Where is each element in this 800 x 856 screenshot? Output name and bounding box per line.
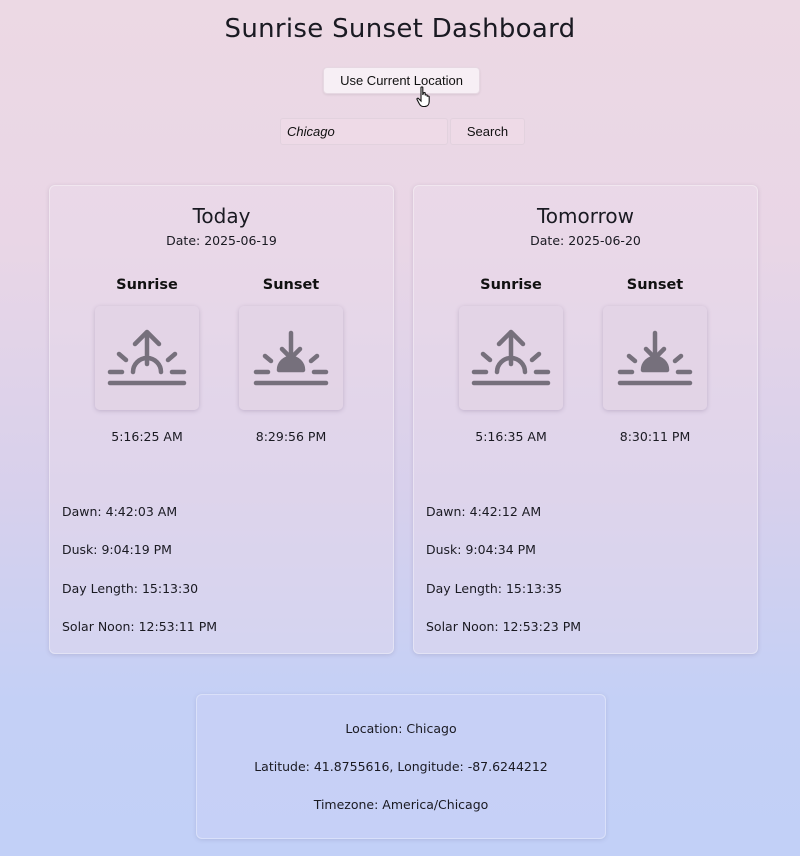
tomorrow-card: Tomorrow Date: 2025-06-20 Sunrise Sunset…: [413, 185, 758, 654]
sunrise-heading: Sunrise: [480, 277, 542, 293]
page-title: Sunrise Sunset Dashboard: [224, 14, 576, 44]
sunset-time: 8:30:11 PM: [619, 429, 691, 444]
location-info-card: Location: Chicago Latitude: 41.8755616, …: [196, 694, 606, 839]
dawn-time: Dawn: 4:42:12 AM: [426, 504, 542, 519]
sunset-heading: Sunset: [262, 277, 320, 293]
timezone: Timezone: America/Chicago: [313, 797, 489, 812]
day-length: Day Length: 15:13:30: [62, 581, 199, 596]
search-button[interactable]: Search: [450, 118, 525, 145]
sunrise-heading: Sunrise: [116, 277, 178, 293]
dusk-time: Dusk: 9:04:34 PM: [426, 542, 536, 557]
sunset-icon: [239, 306, 343, 410]
dawn-time: Dawn: 4:42:03 AM: [62, 504, 178, 519]
coordinates: Latitude: 41.8755616, Longitude: -87.624…: [254, 759, 548, 774]
today-card: Today Date: 2025-06-19 Sunrise Sunset 5:…: [49, 185, 394, 654]
sunset-heading: Sunset: [626, 277, 684, 293]
card-title: Tomorrow: [536, 204, 635, 228]
card-date: Date: 2025-06-20: [530, 233, 641, 248]
sunrise-icon: [95, 306, 199, 410]
sunrise-icon-box: [95, 306, 199, 410]
solar-noon: Solar Noon: 12:53:23 PM: [426, 619, 582, 634]
solar-noon: Solar Noon: 12:53:11 PM: [62, 619, 218, 634]
city-search-input[interactable]: Chicago: [280, 118, 448, 145]
location-name: Location: Chicago: [345, 721, 457, 736]
sunrise-time: 5:16:25 AM: [111, 429, 183, 444]
sunset-icon-box: [239, 306, 343, 410]
pointer-cursor-icon: [416, 86, 430, 108]
dusk-time: Dusk: 9:04:19 PM: [62, 542, 172, 557]
day-length: Day Length: 15:13:35: [426, 581, 563, 596]
use-current-location-button[interactable]: Use Current Location: [323, 67, 480, 94]
sunset-time: 8:29:56 PM: [255, 429, 327, 444]
sunset-icon-box: [603, 306, 707, 410]
card-title: Today: [192, 204, 251, 228]
card-date: Date: 2025-06-19: [166, 233, 277, 248]
sunrise-time: 5:16:35 AM: [475, 429, 547, 444]
sunset-icon: [603, 306, 707, 410]
sunrise-icon-box: [459, 306, 563, 410]
sunrise-icon: [459, 306, 563, 410]
